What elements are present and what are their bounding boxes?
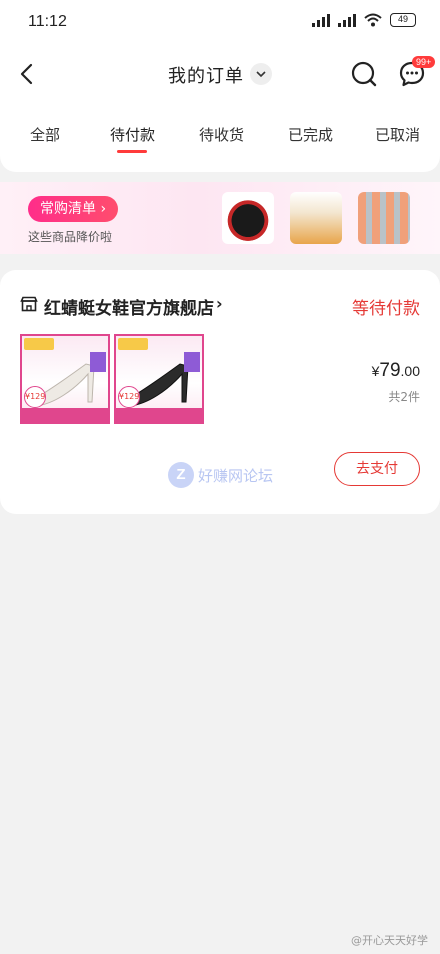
tab-completed[interactable]: 已完成 (288, 124, 333, 145)
title-dropdown-button[interactable] (250, 63, 272, 85)
status-icons: 49 (312, 13, 416, 27)
item-count: 共2件 (388, 390, 420, 404)
active-tab-indicator (117, 150, 147, 153)
message-badge: 99+ (412, 56, 436, 68)
signal-hd-icon (338, 13, 356, 27)
price-integer: 79 (379, 360, 401, 381)
nav-bar: 我的订单 (0, 50, 440, 98)
order-tabs: 全部 待付款 待收货 已完成 已取消 (0, 124, 440, 156)
store-arrow-icon: › (216, 294, 223, 313)
tab-cancelled[interactable]: 已取消 (375, 124, 420, 145)
order-card[interactable]: 红蜻蜓女鞋官方旗舰店 › 等待付款 ¥129 ¥129 ¥79.00 共2件 Z… (0, 270, 440, 514)
promo-strip (116, 408, 202, 422)
frequent-list-button[interactable]: 常购清单 › (28, 196, 119, 222)
watermark-text: 好赚网论坛 (198, 466, 274, 485)
frequent-list-arrow: › (100, 201, 107, 217)
tab-all[interactable]: 全部 (30, 124, 60, 145)
signal-icon (312, 13, 330, 27)
frequent-list-label: 常购清单 (40, 201, 96, 217)
top-panel: 11:12 49 我的订单 99+ 全部 待付款 待收货 已完成 已取消 (0, 0, 440, 172)
store-icon (20, 296, 38, 312)
order-status: 等待付款 (352, 299, 420, 319)
banner-subtitle: 这些商品降价啦 (28, 230, 113, 244)
pay-button[interactable]: 去支付 (334, 452, 420, 486)
chevron-down-icon (256, 71, 266, 78)
battery-icon: 49 (390, 13, 416, 27)
page-title: 我的订单 (168, 66, 244, 87)
product-image-snack[interactable] (290, 192, 342, 244)
back-button[interactable] (12, 58, 40, 90)
thumb-price-tag: ¥129 (24, 386, 46, 408)
search-icon (351, 61, 377, 87)
promo-corner-tag (184, 352, 200, 372)
promo-strip (22, 408, 108, 422)
tab-pending-payment[interactable]: 待付款 (110, 124, 155, 145)
tab-pending-receipt[interactable]: 待收货 (199, 124, 244, 145)
frequent-list-banner[interactable]: 常购清单 › 这些商品降价啦 (0, 182, 440, 254)
promo-corner-tag (90, 352, 106, 372)
order-price: ¥79.00 (372, 360, 420, 382)
item-thumbnail[interactable]: ¥129 (114, 334, 204, 424)
watermark-logo-icon: Z (168, 462, 194, 488)
thumb-price-tag: ¥129 (118, 386, 140, 408)
credit-watermark: @开心天天好学 (351, 934, 428, 947)
price-decimal: .00 (400, 363, 420, 379)
item-thumbnail[interactable]: ¥129 (20, 334, 110, 424)
store-name[interactable]: 红蜻蜓女鞋官方旗舰店 (44, 294, 214, 319)
wifi-icon (364, 13, 382, 27)
watermark: Z 好赚网论坛 (168, 462, 273, 488)
search-button[interactable] (350, 60, 378, 92)
product-image-sauce[interactable] (222, 192, 274, 244)
chevron-left-icon (20, 63, 33, 85)
status-time: 11:12 (28, 13, 67, 30)
product-image-shrimp[interactable] (358, 192, 410, 244)
status-bar: 11:12 49 (0, 0, 440, 44)
